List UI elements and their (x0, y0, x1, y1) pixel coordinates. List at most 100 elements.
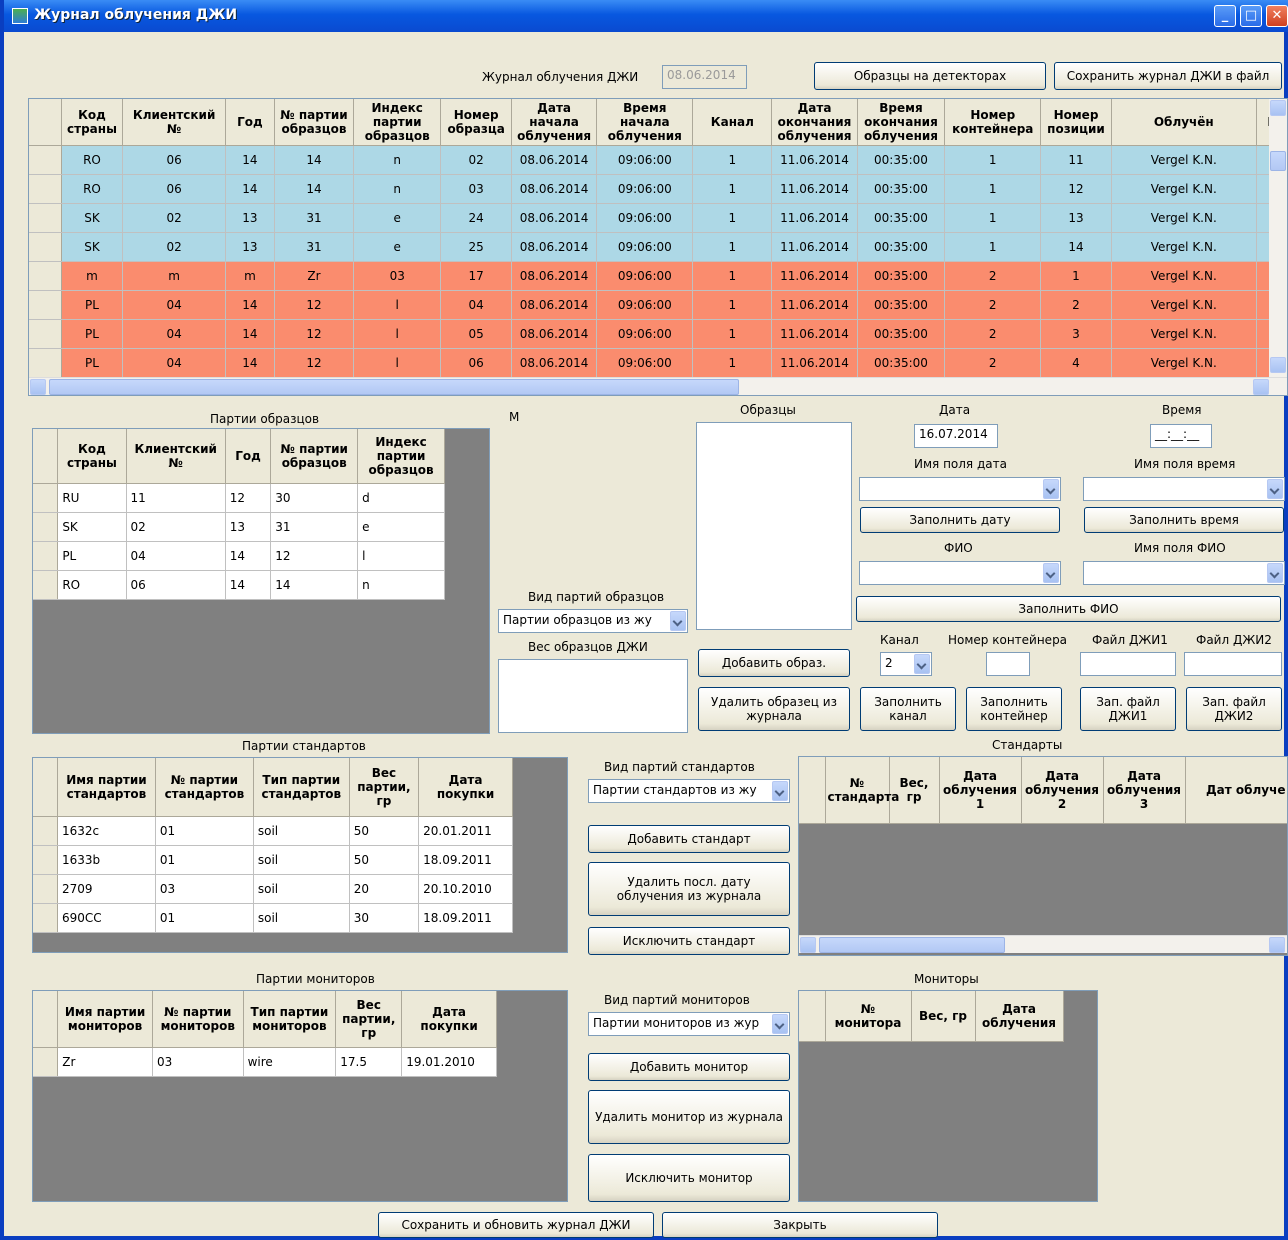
table-cell[interactable]: n (357, 570, 445, 600)
table-cell[interactable]: e (353, 232, 442, 262)
table-cell[interactable]: PL (57, 541, 127, 571)
chevron-down-icon[interactable] (1267, 563, 1283, 583)
table-cell[interactable]: PL (61, 319, 124, 349)
table-cell[interactable]: 1 (692, 319, 773, 349)
table-cell[interactable]: 14 (225, 145, 275, 175)
column-header[interactable]: Тип партии стандартов (253, 758, 350, 817)
table-cell[interactable]: 09:06:00 (596, 232, 694, 262)
table-row[interactable]: RO 06 14 14 n 02 08.06.2014 09:06:00 1 11.06.2014… (29, 145, 1287, 175)
table-cell[interactable]: m (225, 261, 275, 291)
table-cell[interactable]: 11.06.2014 (771, 232, 858, 262)
chevron-down-icon[interactable] (670, 611, 686, 631)
table-cell[interactable]: 1 (944, 145, 1042, 175)
scroll-left-icon[interactable] (30, 379, 46, 395)
table-cell[interactable]: 50 (349, 816, 420, 846)
table-cell[interactable]: 14 (270, 570, 359, 600)
table-cell[interactable]: soil (253, 903, 350, 933)
close-button[interactable]: Закрыть (662, 1212, 938, 1238)
table-cell[interactable]: m (61, 261, 124, 291)
table-cell[interactable]: 08.06.2014 (511, 145, 598, 175)
standard-batch-type-select[interactable]: Партии стандартов из жу (588, 779, 790, 803)
samples-listbox[interactable] (696, 422, 852, 630)
table-cell[interactable]: 12 (270, 541, 359, 571)
remove-sample-button[interactable]: Удалить образец из журнала (698, 687, 850, 731)
table-cell[interactable]: 12 (274, 319, 354, 349)
table-cell[interactable]: 06 (440, 348, 512, 378)
table-cell[interactable]: 03 (440, 174, 512, 204)
table-cell[interactable]: 08.06.2014 (511, 348, 598, 378)
monitors-grid[interactable]: № монитора Вес, гр Дата облучения (798, 990, 1098, 1202)
fill-date-button[interactable]: Заполнить дату (860, 507, 1060, 533)
column-header[interactable]: Индекс партии образцов (357, 429, 445, 484)
table-cell[interactable]: 1 (944, 203, 1042, 233)
table-cell[interactable]: 1 (692, 232, 773, 262)
column-header[interactable]: Время начала облучения (596, 99, 694, 146)
column-header[interactable]: Дата начала облучения (511, 99, 598, 146)
table-cell[interactable]: 14 (225, 319, 275, 349)
table-cell[interactable]: l (357, 541, 445, 571)
file2-field[interactable] (1184, 652, 1282, 676)
maximize-icon[interactable]: □ (1240, 5, 1262, 27)
column-header[interactable]: Код страны (61, 99, 124, 146)
samples-on-detectors-button[interactable]: Образцы на детекторах (814, 62, 1046, 90)
chevron-down-icon[interactable] (1267, 479, 1283, 499)
monitor-batch-type-select[interactable]: Партии мониторов из жур (588, 1012, 790, 1036)
column-header[interactable]: № партии образцов (274, 99, 354, 146)
table-cell[interactable]: RO (61, 174, 124, 204)
column-header[interactable]: № монитора (825, 991, 912, 1042)
table-row[interactable]: SK 02 13 31 e (33, 512, 445, 542)
column-header[interactable]: Год (225, 99, 275, 146)
table-cell[interactable]: 01 (155, 903, 254, 933)
table-cell[interactable]: 11.06.2014 (771, 261, 858, 291)
table-cell[interactable]: e (353, 203, 442, 233)
row-header[interactable] (33, 816, 58, 846)
table-cell[interactable]: 08.06.2014 (511, 261, 598, 291)
table-cell[interactable]: 14 (274, 145, 354, 175)
table-cell[interactable]: 2 (944, 290, 1042, 320)
sample-weight-field[interactable] (498, 659, 688, 733)
row-header[interactable] (33, 570, 59, 600)
table-cell[interactable]: 08.06.2014 (511, 232, 598, 262)
table-cell[interactable]: 13 (225, 232, 275, 262)
table-cell[interactable]: 50 (349, 845, 420, 875)
table-row[interactable]: 1632c 01 soil 50 20.01.2011 (33, 816, 513, 846)
scroll-up-icon[interactable] (1270, 100, 1286, 116)
table-cell[interactable]: 11.06.2014 (771, 174, 858, 204)
table-cell[interactable]: 1 (692, 261, 773, 291)
standards-horizontal-scrollbar[interactable] (799, 935, 1287, 953)
table-cell[interactable]: l (353, 348, 442, 378)
chevron-down-icon[interactable] (1043, 479, 1059, 499)
time-field[interactable]: __:__:__ (1150, 424, 1212, 448)
table-cell[interactable]: Vergel K.N. (1111, 319, 1257, 349)
table-cell[interactable]: 14 (225, 290, 275, 320)
table-cell[interactable]: n (353, 174, 442, 204)
table-cell[interactable]: 25 (440, 232, 512, 262)
table-cell[interactable]: 11.06.2014 (771, 348, 858, 378)
table-cell[interactable]: 14 (225, 541, 272, 571)
time-field-name-select[interactable] (1083, 477, 1285, 501)
add-monitor-button[interactable]: Добавить монитор (588, 1053, 790, 1081)
table-cell[interactable]: 06 (122, 145, 226, 175)
table-cell[interactable]: 02 (122, 232, 226, 262)
table-cell[interactable]: 11 (126, 483, 226, 513)
chevron-down-icon[interactable] (1043, 563, 1059, 583)
add-standard-button[interactable]: Добавить стандарт (588, 825, 790, 853)
table-cell[interactable]: 690CC (57, 903, 156, 933)
fill-time-button[interactable]: Заполнить время (1084, 507, 1284, 533)
column-header[interactable]: Канал (692, 99, 773, 146)
save-journal-button[interactable]: Сохранить журнал ДЖИ в файл (1054, 62, 1282, 90)
row-header[interactable] (29, 319, 62, 349)
table-cell[interactable]: 08.06.2014 (511, 203, 598, 233)
save-refresh-button[interactable]: Сохранить и обновить журнал ДЖИ (378, 1212, 654, 1238)
table-cell[interactable]: 1633b (57, 845, 156, 875)
column-header[interactable]: Год (225, 429, 272, 484)
table-cell[interactable]: Vergel K.N. (1111, 232, 1257, 262)
table-cell[interactable]: 17.5 (335, 1047, 403, 1077)
table-cell[interactable]: 08.06.2014 (511, 319, 598, 349)
column-header[interactable]: Дата окончания облучения (771, 99, 858, 146)
table-cell[interactable]: PL (61, 290, 124, 320)
table-cell[interactable]: 30 (270, 483, 359, 513)
vertical-scrollbar[interactable] (1269, 99, 1287, 377)
column-header[interactable]: Дата облучения 3 (1103, 757, 1186, 824)
table-cell[interactable]: 1 (692, 174, 773, 204)
